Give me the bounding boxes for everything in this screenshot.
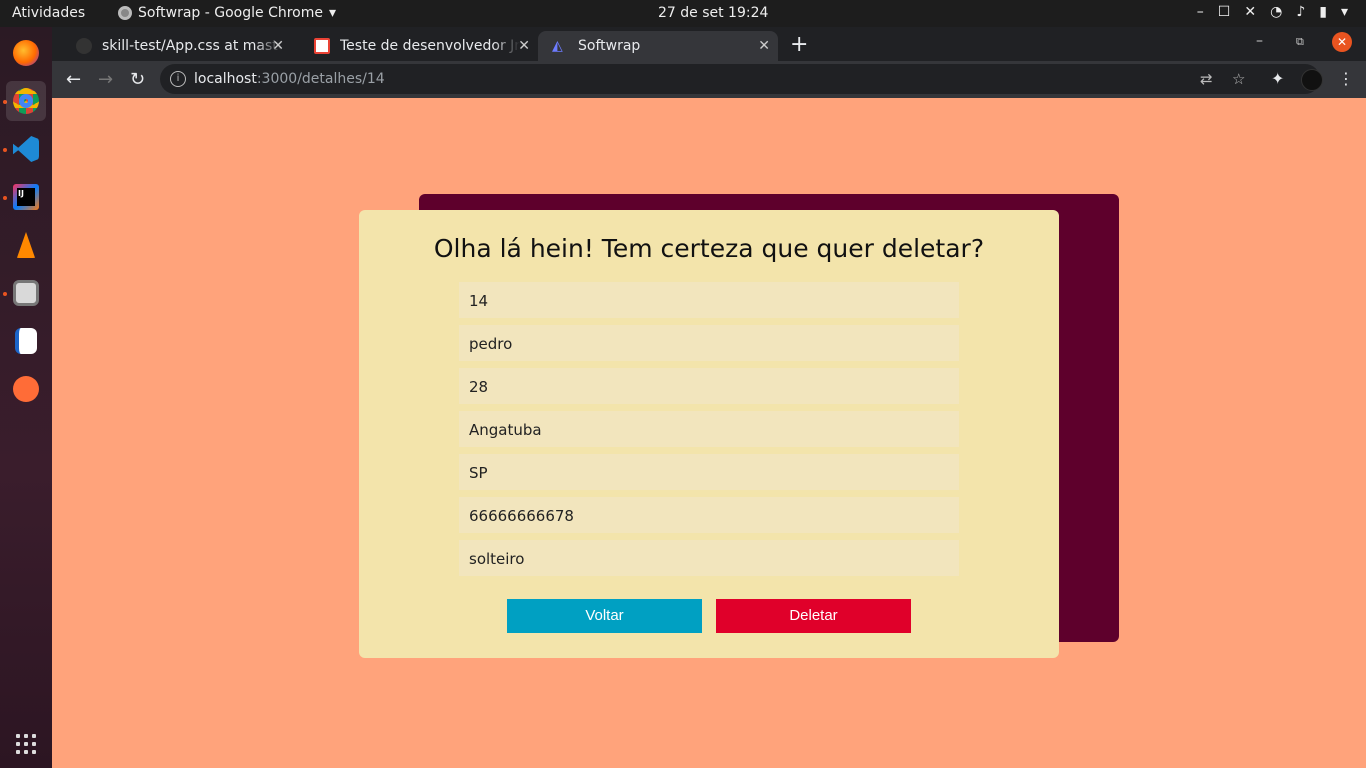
- vlc-icon: [16, 232, 36, 258]
- dock-chrome[interactable]: [6, 81, 46, 121]
- chevron-down-icon: ▾: [1340, 4, 1348, 20]
- dock-files[interactable]: [6, 273, 46, 313]
- system-tray[interactable]: – ☐ ✕ ◔ ♪ ▮ ▾: [1197, 4, 1348, 20]
- field-name: pedro: [459, 325, 959, 361]
- back-icon[interactable]: ←: [66, 69, 81, 90]
- github-icon: [76, 38, 92, 54]
- battery-icon: ▮: [1319, 4, 1327, 20]
- dock-writer[interactable]: [6, 321, 46, 361]
- field-age: 28: [459, 368, 959, 404]
- postman-icon: [13, 376, 39, 402]
- dock: IJ: [0, 27, 52, 768]
- chrome-icon: [13, 88, 39, 114]
- softwrap-icon: ◭: [552, 38, 563, 54]
- close-icon: ✕: [1244, 4, 1257, 20]
- minimize-icon[interactable]: –: [1256, 33, 1263, 49]
- vscode-icon: [13, 136, 39, 162]
- chevron-down-icon: ▾: [328, 5, 337, 21]
- activities-button[interactable]: Atividades: [12, 5, 85, 21]
- browser-toolbar: ← → ↻ i localhost:3000/detalhes/14 ⇄ ☆ ✦…: [52, 61, 1366, 98]
- dock-postman[interactable]: [6, 369, 46, 409]
- page-content: Olha lá hein! Tem certeza que quer delet…: [52, 98, 1366, 768]
- tab-title: skill-test/App.css at master: [102, 38, 282, 54]
- maximize-icon: ☐: [1217, 4, 1231, 20]
- new-tab-button[interactable]: +: [790, 32, 808, 57]
- firefox-icon: [13, 40, 39, 66]
- dock-vscode[interactable]: [6, 129, 46, 169]
- tab-strip: skill-test/App.css at master ✕ Teste de …: [52, 27, 1366, 61]
- profile-avatar[interactable]: [1301, 69, 1323, 91]
- files-icon: [13, 280, 39, 306]
- window-close-button[interactable]: ✕: [1332, 32, 1352, 52]
- extensions-icon[interactable]: ✦: [1271, 69, 1284, 88]
- volume-icon: ♪: [1296, 4, 1306, 20]
- clock[interactable]: 27 de set 19:24: [658, 5, 768, 21]
- url-host: localhost: [194, 71, 257, 87]
- field-state: SP: [459, 454, 959, 490]
- chrome-icon: [118, 6, 132, 20]
- tab-gmail[interactable]: Teste de desenvolvedor Jr ✕: [300, 31, 538, 61]
- dock-firefox[interactable]: [6, 33, 46, 73]
- voltar-button[interactable]: Voltar: [507, 599, 702, 633]
- deletar-button[interactable]: Deletar: [716, 599, 911, 633]
- wifi-icon: ◔: [1270, 4, 1283, 20]
- intellij-icon: IJ: [17, 188, 35, 206]
- tab-softwrap[interactable]: ◭ Softwrap ✕: [538, 31, 778, 61]
- restore-icon[interactable]: ⧉: [1296, 35, 1304, 49]
- delete-confirm-card: Olha lá hein! Tem certeza que quer delet…: [359, 210, 1059, 658]
- menu-icon[interactable]: ⋮: [1338, 69, 1354, 88]
- writer-icon: [15, 328, 37, 354]
- field-document: 66666666678: [459, 497, 959, 533]
- app-menu-title: Softwrap - Google Chrome: [138, 5, 323, 21]
- show-applications-icon[interactable]: [16, 734, 36, 754]
- address-bar[interactable]: i localhost:3000/detalhes/14 ⇄ ☆: [160, 64, 1320, 94]
- reload-icon[interactable]: ↻: [130, 69, 145, 90]
- tab-github[interactable]: skill-test/App.css at master ✕: [62, 31, 292, 61]
- tab-title: Softwrap: [578, 38, 641, 54]
- field-marital-status: solteiro: [459, 540, 959, 576]
- field-id: 14: [459, 282, 959, 318]
- gmail-icon: [314, 38, 330, 54]
- system-top-bar: Atividades Softwrap - Google Chrome ▾ 27…: [0, 0, 1366, 27]
- page-title: Olha lá hein! Tem certeza que quer delet…: [433, 234, 985, 263]
- app-menu[interactable]: Softwrap - Google Chrome ▾: [118, 5, 336, 21]
- close-icon[interactable]: ✕: [518, 38, 530, 54]
- tab-title: Teste de desenvolvedor Jr: [340, 38, 520, 54]
- site-info-icon[interactable]: i: [170, 71, 186, 87]
- dock-vlc[interactable]: [6, 225, 46, 265]
- close-icon[interactable]: ✕: [758, 38, 770, 54]
- star-icon[interactable]: ☆: [1232, 70, 1245, 88]
- dock-intellij[interactable]: IJ: [6, 177, 46, 217]
- url-path: :3000/detalhes/14: [256, 71, 385, 87]
- field-city: Angatuba: [459, 411, 959, 447]
- forward-icon[interactable]: →: [98, 69, 113, 90]
- close-icon[interactable]: ✕: [272, 38, 284, 54]
- minimize-all-icon: –: [1196, 4, 1204, 20]
- translate-icon[interactable]: ⇄: [1200, 70, 1213, 88]
